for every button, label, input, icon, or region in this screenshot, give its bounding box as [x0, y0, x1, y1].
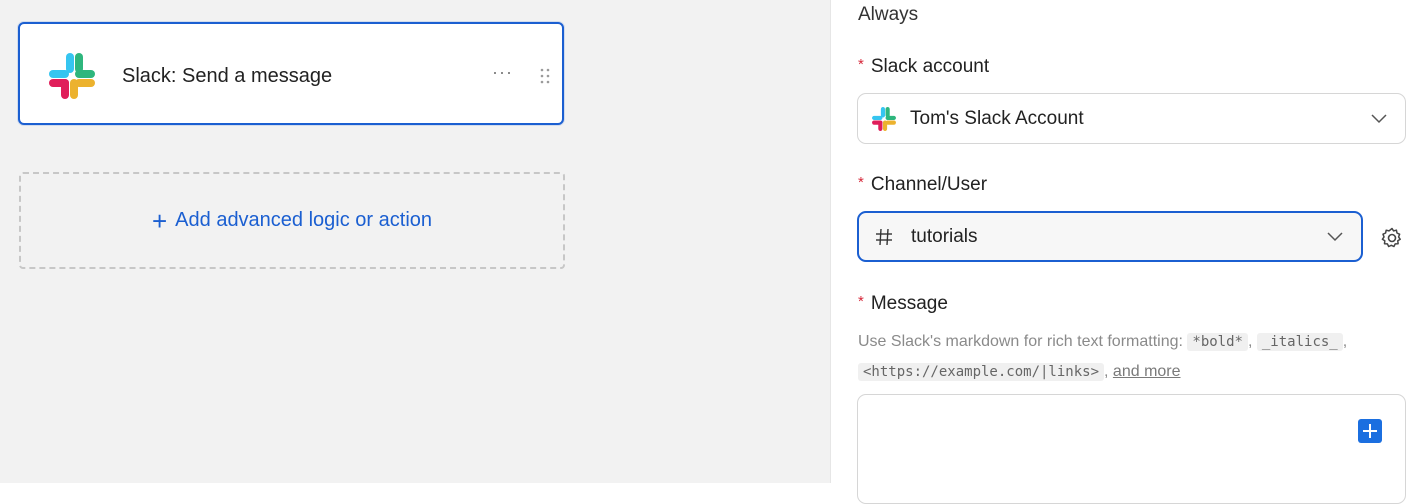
slack-account-label-text: Slack account [870, 56, 990, 77]
settings-panel: Always * Slack account Tom's Slack Accoun… [830, 0, 1423, 504]
code-bold: *bold* [1187, 333, 1248, 351]
trigger-value: Always [858, 4, 919, 25]
plus-icon: + [151, 205, 168, 236]
required-marker: * [858, 56, 864, 73]
message-help-text: Use Slack's markdown for rich text forma… [858, 327, 1418, 387]
slack-logo-icon [872, 106, 896, 131]
workflow-canvas: Slack: Send a message ··· + Add advanced… [0, 0, 830, 483]
chevron-down-icon [1371, 113, 1387, 123]
code-italics: _italics_ [1256, 333, 1343, 351]
step-card-slack-send[interactable]: Slack: Send a message ··· [18, 22, 564, 125]
help-sep: , [1247, 333, 1253, 350]
plus-icon [1363, 424, 1377, 438]
slack-account-select[interactable]: Tom's Slack Account [857, 93, 1406, 144]
slack-logo-icon [49, 53, 95, 99]
drag-handle-icon[interactable] [539, 67, 551, 85]
help-sep: , [1104, 363, 1109, 380]
chevron-down-icon [1327, 231, 1343, 241]
slack-account-value: Tom's Slack Account [910, 107, 1084, 129]
message-input[interactable] [857, 394, 1406, 504]
help-prefix: Use Slack's markdown for rich text forma… [858, 333, 1183, 350]
add-action-button[interactable]: + Add advanced logic or action [19, 172, 565, 269]
insert-plus-icon[interactable] [1358, 419, 1382, 443]
code-links: <https://example.com/|links> [858, 363, 1105, 381]
message-label: * Message [858, 293, 948, 315]
help-sep: , [1342, 333, 1348, 350]
channel-label: * Channel/User [858, 174, 987, 196]
required-marker: * [858, 174, 864, 191]
message-label-text: Message [870, 293, 948, 314]
and-more-link[interactable]: and more [1113, 363, 1181, 380]
channel-value: tutorials [911, 225, 978, 247]
gear-icon[interactable] [1380, 226, 1404, 250]
channel-select[interactable]: tutorials [857, 211, 1363, 262]
hash-icon [876, 228, 892, 245]
add-action-label: Add advanced logic or action [175, 209, 433, 231]
slack-account-label: * Slack account [858, 56, 989, 78]
step-title: Slack: Send a message [122, 65, 333, 87]
more-icon[interactable]: ··· [492, 62, 513, 83]
channel-label-text: Channel/User [870, 174, 988, 195]
required-marker: * [858, 293, 864, 310]
